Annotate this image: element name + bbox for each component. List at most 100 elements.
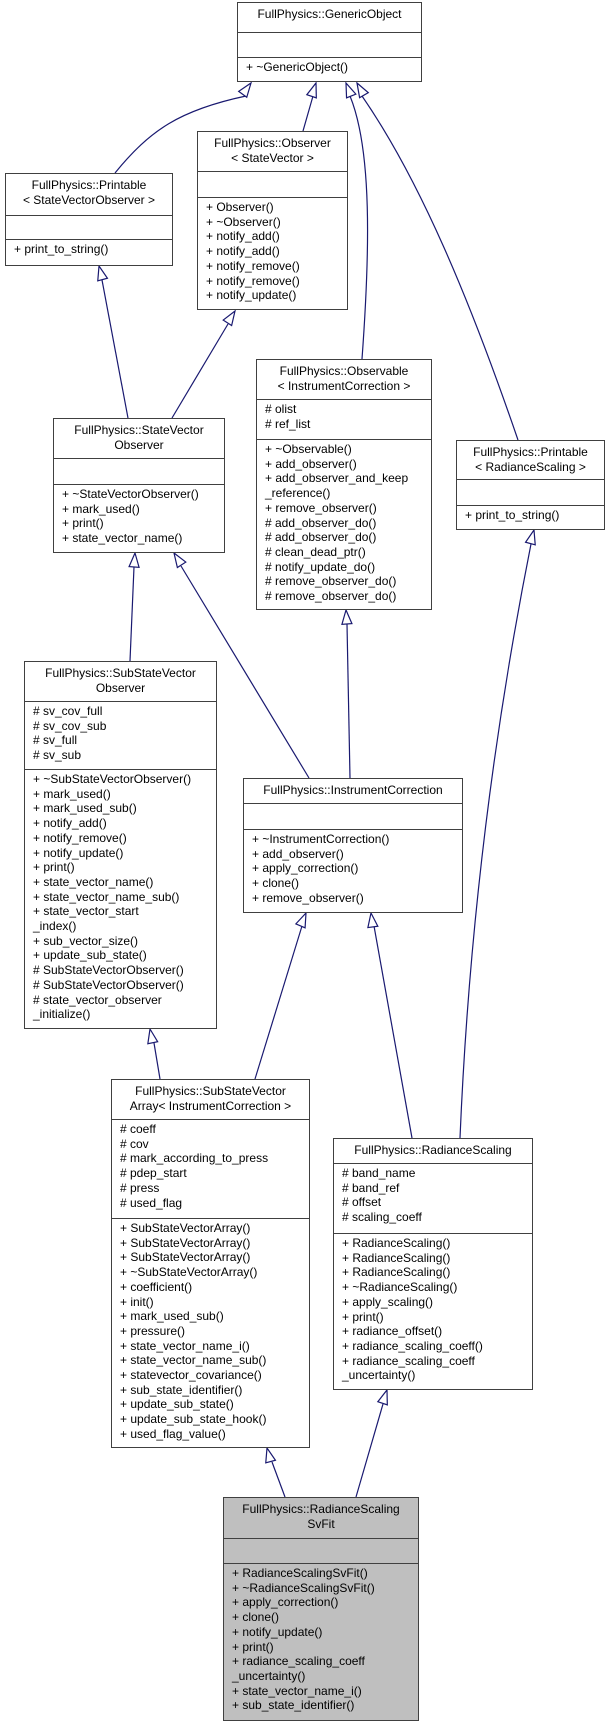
method-item[interactable]: + ~StateVectorObserver() [62, 487, 224, 502]
attribute-item[interactable]: # mark_according_to_press [120, 1151, 309, 1166]
method-item[interactable]: + used_flag_value() [120, 1427, 309, 1442]
method-item[interactable]: + ~Observable() [265, 442, 431, 457]
attribute-item[interactable]: # sv_sub [33, 748, 216, 763]
attribute-item[interactable]: # band_name [342, 1166, 532, 1181]
method-item[interactable]: + notify_update() [232, 1625, 418, 1640]
method-item[interactable]: + ~InstrumentCorrection() [252, 832, 462, 847]
attribute-item[interactable]: # coeff [120, 1122, 309, 1137]
method-item[interactable]: + add_observer() [265, 457, 431, 472]
method-item[interactable]: + update_sub_state() [33, 948, 216, 963]
method-item[interactable]: + RadianceScaling() [342, 1236, 532, 1251]
method-item[interactable]: # remove_observer_do() [265, 589, 431, 604]
attribute-item[interactable]: # press [120, 1181, 309, 1196]
method-item[interactable]: # SubStateVectorObserver() [33, 978, 216, 993]
attribute-item[interactable]: # ref_list [265, 417, 431, 432]
method-item[interactable]: + ~GenericObject() [246, 60, 421, 75]
method-item[interactable]: + print() [62, 516, 224, 531]
class-printable-radiance-scaling[interactable]: FullPhysics::Printable < RadianceScaling … [456, 440, 605, 530]
method-item[interactable]: + radiance_offset() [342, 1324, 532, 1339]
attribute-item[interactable]: # band_ref [342, 1181, 532, 1196]
method-item[interactable]: _uncertainty() [342, 1368, 532, 1383]
method-item[interactable]: + Observer() [206, 200, 347, 215]
method-item[interactable]: + notify_update() [33, 846, 216, 861]
method-item[interactable]: + statevector_covariance() [120, 1368, 309, 1383]
method-item[interactable]: _initialize() [33, 1007, 216, 1022]
method-item[interactable]: # add_observer_do() [265, 530, 431, 545]
method-item[interactable]: + pressure() [120, 1324, 309, 1339]
method-item[interactable]: + mark_used() [33, 787, 216, 802]
method-item[interactable]: + notify_add() [33, 816, 216, 831]
method-item[interactable]: _reference() [265, 486, 431, 501]
method-item[interactable]: _uncertainty() [232, 1669, 418, 1684]
method-item[interactable]: # add_observer_do() [265, 516, 431, 531]
method-item[interactable]: # SubStateVectorObserver() [33, 963, 216, 978]
method-item[interactable]: + ~SubStateVectorObserver() [33, 772, 216, 787]
method-item[interactable]: _index() [33, 919, 216, 934]
method-item[interactable]: # state_vector_observer [33, 993, 216, 1008]
method-item[interactable]: + RadianceScaling() [342, 1251, 532, 1266]
method-item[interactable]: + notify_remove() [33, 831, 216, 846]
method-item[interactable]: # remove_observer_do() [265, 574, 431, 589]
method-item[interactable]: + apply_correction() [252, 861, 462, 876]
method-item[interactable]: + RadianceScalingSvFit() [232, 1566, 418, 1581]
method-item[interactable]: + clone() [252, 876, 462, 891]
method-item[interactable]: + radiance_scaling_coeff [342, 1354, 532, 1369]
method-item[interactable]: + state_vector_name_i() [120, 1339, 309, 1354]
method-item[interactable]: + ~RadianceScaling() [342, 1280, 532, 1295]
method-item[interactable]: + radiance_scaling_coeff [232, 1654, 418, 1669]
attribute-item[interactable]: # olist [265, 402, 431, 417]
attribute-item[interactable]: # sv_full [33, 733, 216, 748]
class-generic-object[interactable]: FullPhysics::GenericObject + ~GenericObje… [237, 2, 422, 82]
attribute-item[interactable]: # sv_cov_sub [33, 719, 216, 734]
method-item[interactable]: + sub_state_identifier() [232, 1698, 418, 1713]
method-item[interactable]: + state_vector_name_sub() [33, 890, 216, 905]
method-item[interactable]: + notify_add() [206, 244, 347, 259]
method-item[interactable]: # notify_update_do() [265, 560, 431, 575]
method-item[interactable]: + state_vector_name_sub() [120, 1353, 309, 1368]
method-item[interactable]: + SubStateVectorArray() [120, 1236, 309, 1251]
method-item[interactable]: + radiance_scaling_coeff() [342, 1339, 532, 1354]
method-item[interactable]: + coefficient() [120, 1280, 309, 1295]
method-item[interactable]: + SubStateVectorArray() [120, 1250, 309, 1265]
method-item[interactable]: + apply_correction() [232, 1595, 418, 1610]
class-radiance-scaling-sv-fit[interactable]: FullPhysics::RadianceScaling SvFit + Radia… [223, 1497, 419, 1721]
method-item[interactable]: + apply_scaling() [342, 1295, 532, 1310]
method-item[interactable]: # clean_dead_ptr() [265, 545, 431, 560]
method-item[interactable]: + state_vector_name() [62, 531, 224, 546]
method-item[interactable]: + RadianceScaling() [342, 1265, 532, 1280]
method-item[interactable]: + print() [342, 1310, 532, 1325]
attribute-item[interactable]: # used_flag [120, 1196, 309, 1211]
method-item[interactable]: + ~Observer() [206, 215, 347, 230]
attribute-item[interactable]: # cov [120, 1137, 309, 1152]
class-state-vector-observer[interactable]: FullPhysics::StateVector Observer + ~State… [53, 418, 225, 553]
method-item[interactable]: + print_to_string() [14, 242, 172, 257]
method-item[interactable]: + SubStateVectorArray() [120, 1221, 309, 1236]
method-item[interactable]: + sub_vector_size() [33, 934, 216, 949]
method-item[interactable]: + update_sub_state() [120, 1397, 309, 1412]
method-item[interactable]: + notify_update() [206, 288, 347, 303]
method-item[interactable]: + notify_remove() [206, 259, 347, 274]
method-item[interactable]: + update_sub_state_hook() [120, 1412, 309, 1427]
method-item[interactable]: + sub_state_identifier() [120, 1383, 309, 1398]
class-observer-state-vector[interactable]: FullPhysics::Observer < StateVector > + Ob… [197, 131, 348, 310]
method-item[interactable]: + remove_observer() [265, 501, 431, 516]
method-item[interactable]: + init() [120, 1295, 309, 1310]
method-item[interactable]: + state_vector_start [33, 904, 216, 919]
attribute-item[interactable]: # scaling_coeff [342, 1210, 532, 1225]
class-radiance-scaling[interactable]: FullPhysics::RadianceScaling # band_name #… [333, 1138, 533, 1390]
method-item[interactable]: + notify_add() [206, 229, 347, 244]
class-printable-state-vector-observer[interactable]: FullPhysics::Printable < StateVectorObser… [5, 173, 173, 266]
method-item[interactable]: + print_to_string() [465, 508, 604, 523]
method-item[interactable]: + mark_used_sub() [33, 801, 216, 816]
method-item[interactable]: + notify_remove() [206, 274, 347, 289]
attribute-item[interactable]: # sv_cov_full [33, 704, 216, 719]
method-item[interactable]: + print() [33, 860, 216, 875]
method-item[interactable]: + mark_used_sub() [120, 1309, 309, 1324]
method-item[interactable]: + print() [232, 1640, 418, 1655]
method-item[interactable]: + add_observer_and_keep [265, 471, 431, 486]
method-item[interactable]: + add_observer() [252, 847, 462, 862]
class-observable-instrument-correction[interactable]: FullPhysics::Observable < InstrumentCorre… [256, 359, 432, 610]
method-item[interactable]: + state_vector_name_i() [232, 1684, 418, 1699]
attribute-item[interactable]: # pdep_start [120, 1166, 309, 1181]
method-item[interactable]: + ~SubStateVectorArray() [120, 1265, 309, 1280]
